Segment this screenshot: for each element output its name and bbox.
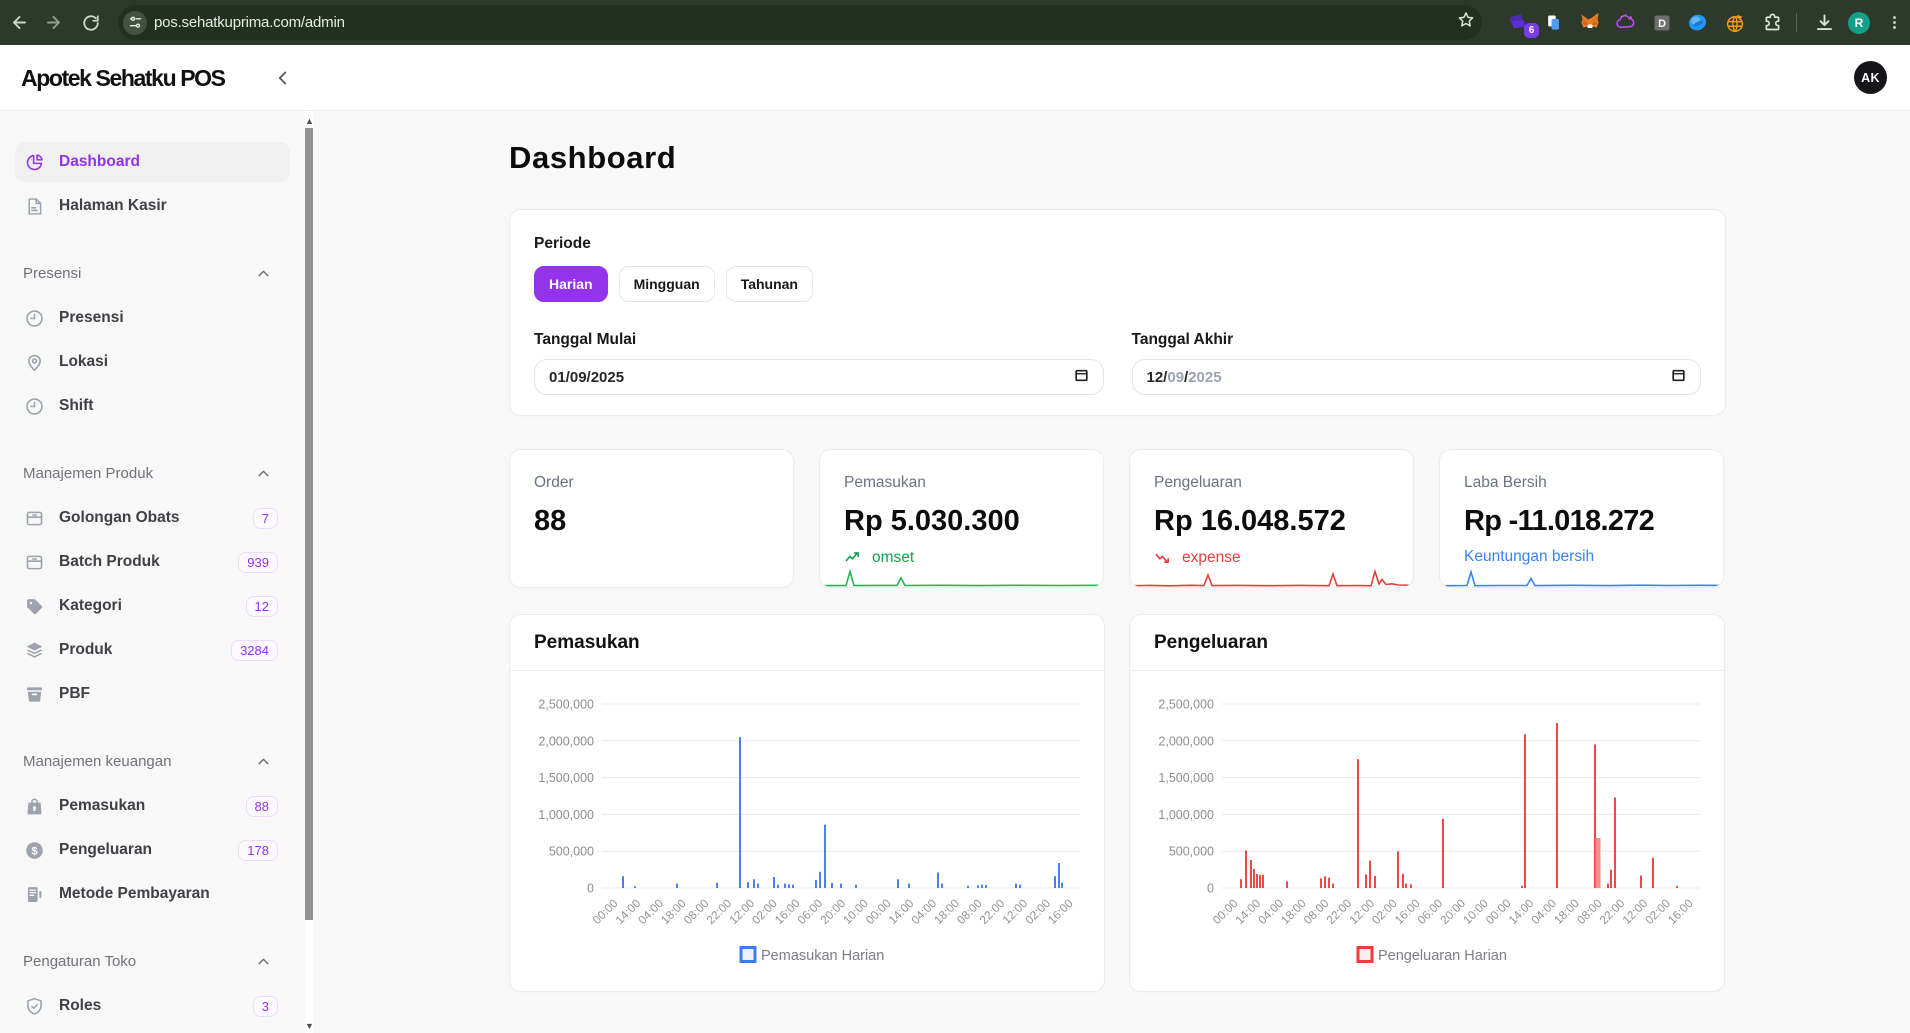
svg-text:12:00: 12:00 xyxy=(726,896,757,927)
svg-text:2,500,000: 2,500,000 xyxy=(538,698,594,712)
svg-text:00:00: 00:00 xyxy=(1210,896,1241,927)
svg-text:12:00: 12:00 xyxy=(1619,896,1650,927)
svg-text:1,000,000: 1,000,000 xyxy=(1158,808,1214,822)
svg-text:18:00: 18:00 xyxy=(1551,896,1582,927)
svg-text:14:00: 14:00 xyxy=(1232,896,1263,927)
svg-text:02:00: 02:00 xyxy=(1642,896,1673,927)
svg-text:04:00: 04:00 xyxy=(908,896,939,927)
svg-text:10:00: 10:00 xyxy=(840,896,871,927)
svg-text:10:00: 10:00 xyxy=(1460,896,1491,927)
svg-text:1,500,000: 1,500,000 xyxy=(1158,771,1214,785)
svg-text:22:00: 22:00 xyxy=(1597,896,1628,927)
svg-text:D: D xyxy=(1658,18,1666,30)
svg-text:08:00: 08:00 xyxy=(954,896,985,927)
svg-text:Pemasukan Harian: Pemasukan Harian xyxy=(761,948,884,964)
svg-text:500,000: 500,000 xyxy=(1169,845,1214,859)
svg-text:04:00: 04:00 xyxy=(1528,896,1559,927)
svg-text:08:00: 08:00 xyxy=(1574,896,1605,927)
svg-text:16:00: 16:00 xyxy=(1665,896,1696,927)
svg-text:2,000,000: 2,000,000 xyxy=(1158,734,1214,748)
svg-text:22:00: 22:00 xyxy=(1324,896,1355,927)
svg-text:20:00: 20:00 xyxy=(1437,896,1468,927)
svg-text:14:00: 14:00 xyxy=(1506,896,1537,927)
svg-text:06:00: 06:00 xyxy=(1415,896,1446,927)
svg-text:02:00: 02:00 xyxy=(1369,896,1400,927)
svg-text:16:00: 16:00 xyxy=(1392,896,1423,927)
svg-text:00:00: 00:00 xyxy=(863,896,894,927)
svg-text:08:00: 08:00 xyxy=(1301,896,1332,927)
svg-text:18:00: 18:00 xyxy=(658,896,689,927)
svg-text:1,000,000: 1,000,000 xyxy=(538,808,594,822)
svg-text:00:00: 00:00 xyxy=(1483,896,1514,927)
svg-text:22:00: 22:00 xyxy=(704,896,735,927)
svg-text:0: 0 xyxy=(1207,882,1214,896)
svg-text:22:00: 22:00 xyxy=(977,896,1008,927)
svg-text:12:00: 12:00 xyxy=(999,896,1030,927)
svg-text:06:00: 06:00 xyxy=(795,896,826,927)
svg-text:1,500,000: 1,500,000 xyxy=(538,771,594,785)
svg-text:18:00: 18:00 xyxy=(931,896,962,927)
svg-text:00:00: 00:00 xyxy=(590,896,621,927)
svg-text:14:00: 14:00 xyxy=(886,896,917,927)
svg-text:18:00: 18:00 xyxy=(1278,896,1309,927)
svg-text:04:00: 04:00 xyxy=(635,896,666,927)
svg-text:20:00: 20:00 xyxy=(817,896,848,927)
svg-text:02:00: 02:00 xyxy=(749,896,780,927)
svg-text:$: $ xyxy=(31,845,38,857)
svg-text:12:00: 12:00 xyxy=(1346,896,1377,927)
svg-text:16:00: 16:00 xyxy=(772,896,803,927)
svg-text:2,000,000: 2,000,000 xyxy=(538,734,594,748)
svg-text:Pengeluaran Harian: Pengeluaran Harian xyxy=(1378,948,1507,964)
svg-text:04:00: 04:00 xyxy=(1255,896,1286,927)
svg-text:16:00: 16:00 xyxy=(1045,896,1076,927)
svg-text:02:00: 02:00 xyxy=(1022,896,1053,927)
svg-text:14:00: 14:00 xyxy=(612,896,643,927)
svg-text:08:00: 08:00 xyxy=(681,896,712,927)
svg-text:0: 0 xyxy=(587,882,594,896)
svg-text:500,000: 500,000 xyxy=(549,845,594,859)
svg-text:2,500,000: 2,500,000 xyxy=(1158,698,1214,712)
